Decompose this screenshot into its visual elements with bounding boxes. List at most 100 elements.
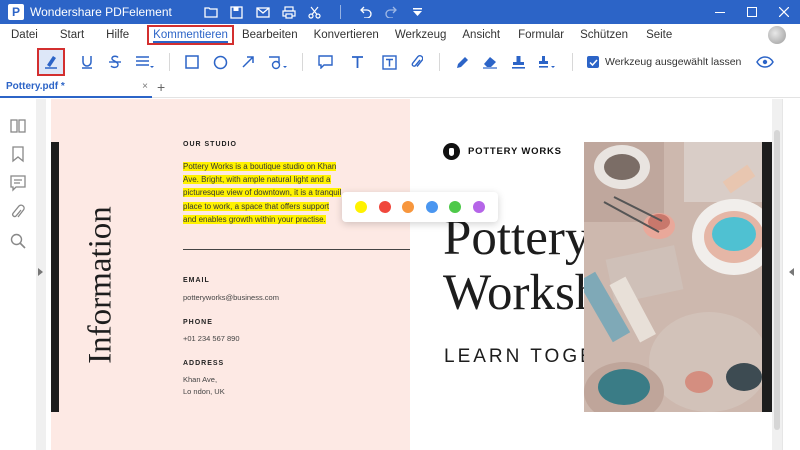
attachment-tool-button[interactable] [403,48,431,76]
underline-icon [82,56,92,69]
print-icon[interactable] [278,2,300,22]
menu-bar: Datei Start Hilfe Kommentieren Bearbeite… [0,24,800,46]
pottery-logo-icon [443,143,460,160]
keep-tool-selected-option[interactable]: Werkzeug ausgewählt lassen [587,56,741,68]
rectangle-icon [185,55,199,69]
color-green-swatch[interactable] [449,201,462,213]
color-purple-swatch[interactable] [472,201,485,213]
phone-value: +01 234 567 890 [183,334,240,343]
minimize-icon[interactable] [704,0,736,24]
document-canvas[interactable]: Information OUR STUDIO Pottery Works is … [46,99,772,450]
underline-tool-button[interactable] [73,48,101,76]
redo-icon[interactable] [381,2,403,22]
stamp-icon [511,55,525,69]
quick-access-toolbar [200,2,429,22]
menu-hilfe[interactable]: Hilfe [92,24,137,46]
page-right-accent-bar [762,142,772,412]
new-tab-button[interactable]: + [157,78,165,96]
rectangle-tool-button[interactable] [178,48,206,76]
color-orange-swatch[interactable] [402,201,415,213]
address-line-2: Lo ndon, UK [183,387,225,396]
color-red-swatch[interactable] [378,201,391,213]
pottery-photo [584,142,772,412]
stamp-tool-button[interactable] [504,48,532,76]
circle-icon [213,55,227,69]
close-icon[interactable] [768,0,800,24]
menu-schuetzen[interactable]: Schützen [572,24,636,46]
eraser-tool-button[interactable] [476,48,504,76]
strikethrough-tool-button[interactable] [101,48,129,76]
color-yellow-swatch[interactable] [355,201,367,213]
studio-heading: OUR STUDIO [183,141,237,148]
address-heading: ADDRESS [183,360,225,367]
text-lines-tool-button[interactable] [129,48,161,76]
title-bar: P Wondershare PDFelement [0,0,800,24]
menu-datei[interactable]: Datei [3,24,46,46]
keep-tool-label: Werkzeug ausgewählt lassen [605,56,742,68]
undo-icon[interactable] [355,2,377,22]
left-sidebar [0,99,36,450]
highlighted-text: Pottery Works is a boutique studio on Kh… [183,162,342,224]
highlight-icon [45,56,57,69]
menu-ansicht[interactable]: Ansicht [454,24,508,46]
arrow-icon [242,56,254,68]
app-logo: P [8,4,24,20]
toolbar-separator [339,5,341,19]
attachments-icon[interactable] [9,203,27,221]
toolbar-separator [439,53,440,71]
customize-icon[interactable] [407,2,429,22]
bookmark-icon[interactable] [9,145,27,163]
toolbar-separator [302,53,303,71]
brand-name: POTTERY WORKS [468,146,562,157]
sticky-note-icon [317,55,333,69]
arrow-tool-button[interactable] [234,48,262,76]
menu-werkzeug[interactable]: Werkzeug [387,24,455,46]
studio-paragraph[interactable]: Pottery Works is a boutique studio on Kh… [183,160,343,226]
signature-tool-button[interactable] [532,48,564,76]
expand-left-panel-icon[interactable] [38,268,43,276]
brand: POTTERY WORKS [443,143,562,160]
shapes-tool-button[interactable] [262,48,294,76]
menu-konvertieren[interactable]: Konvertieren [306,24,387,46]
scrollbar-thumb[interactable] [774,130,780,430]
text-field-tool-button[interactable] [375,48,403,76]
text-field-icon [381,54,397,70]
address-value: Khan Ave, Lo ndon, UK [183,374,225,398]
search-icon[interactable] [9,232,27,250]
pencil-tool-button[interactable] [448,48,476,76]
document-tab[interactable]: Pottery.pdf * × [0,78,152,98]
tab-close-icon[interactable]: × [142,78,148,96]
menu-kommentieren[interactable]: Kommentieren [147,25,234,45]
show-comments-button[interactable] [751,48,779,76]
eraser-icon [483,57,497,69]
cut-icon[interactable] [304,2,326,22]
phone-heading: PHONE [183,319,213,326]
thumbnails-icon[interactable] [9,117,27,135]
menu-start[interactable]: Start [46,24,92,46]
highlight-tool-button[interactable] [37,48,65,76]
app-title: Wondershare PDFelement [30,5,172,19]
vertical-title: Information [82,206,119,364]
signature-icon [539,55,555,68]
keep-tool-checkbox[interactable] [587,56,599,68]
strikethrough-icon [109,55,121,69]
mail-icon[interactable] [252,2,274,22]
avatar[interactable] [768,26,786,44]
menu-seite[interactable]: Seite [636,24,680,46]
color-blue-swatch[interactable] [425,201,438,213]
comment-toolbar: Werkzeug ausgewählt lassen [0,46,800,78]
maximize-icon[interactable] [736,0,768,24]
text-box-tool-button[interactable] [343,48,371,76]
shapes-icon [269,56,287,70]
open-folder-icon[interactable] [200,2,222,22]
save-icon[interactable] [226,2,248,22]
menu-formular[interactable]: Formular [508,24,572,46]
document-tab-bar: Pottery.pdf * × + [0,78,800,98]
sticky-note-tool-button[interactable] [311,48,339,76]
circle-tool-button[interactable] [206,48,234,76]
menu-bearbeiten[interactable]: Bearbeiten [234,24,306,46]
comments-icon[interactable] [9,174,27,192]
expand-right-panel-icon[interactable] [789,268,794,276]
pencil-icon [456,56,468,68]
attachment-icon [411,55,423,67]
